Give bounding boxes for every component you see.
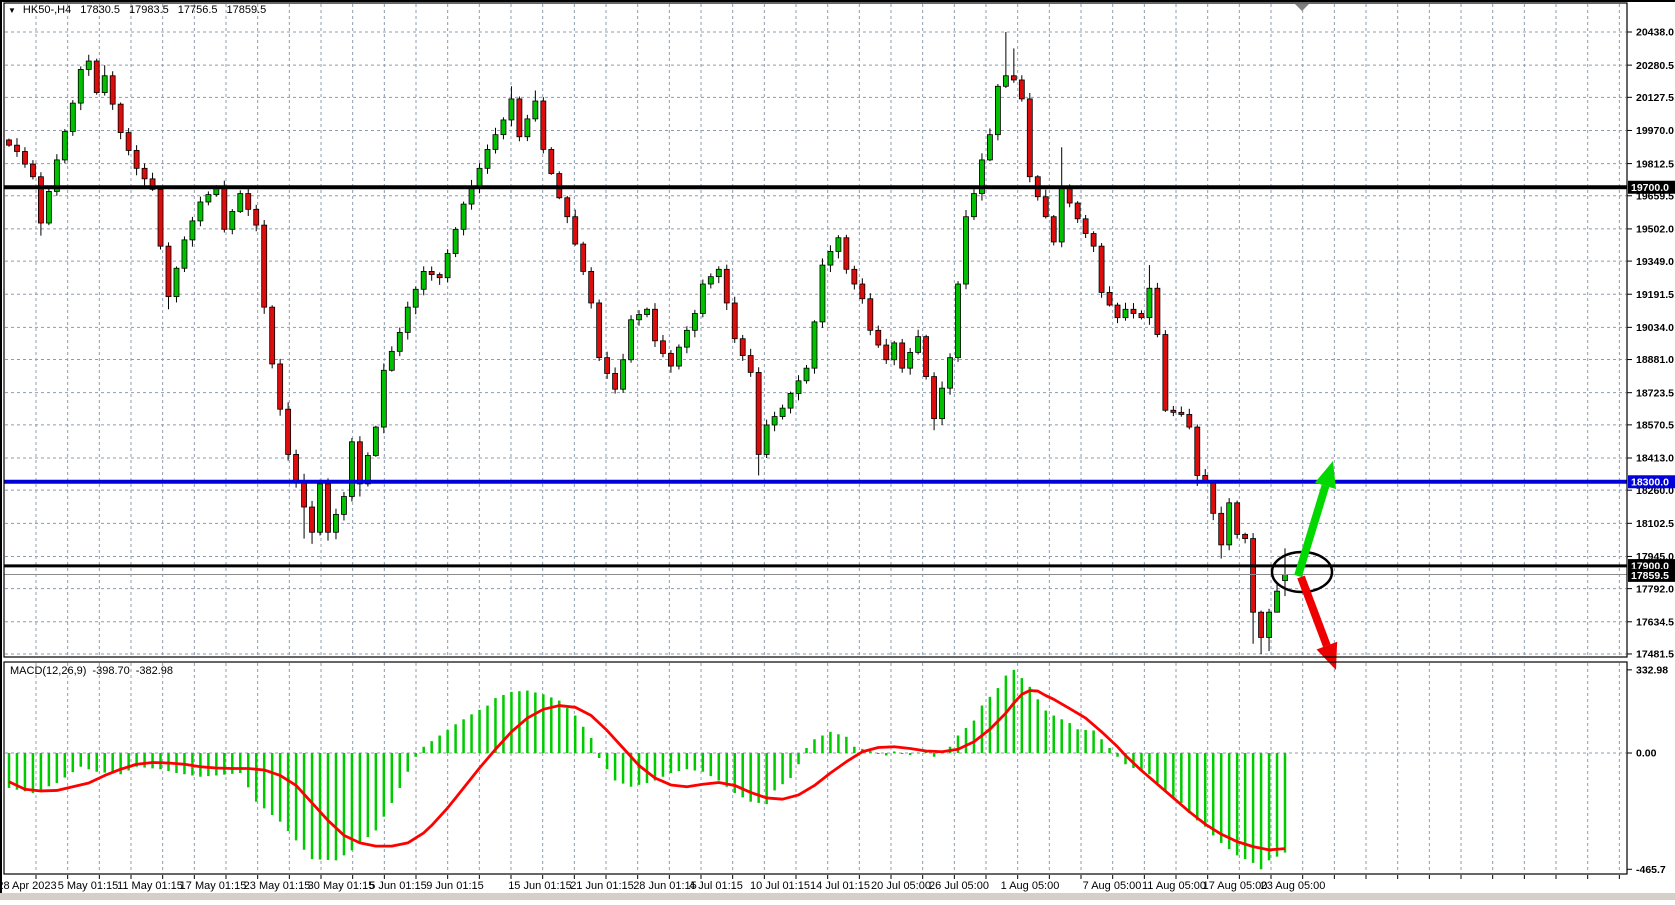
- price-tick-label: 19812.5: [1636, 158, 1674, 170]
- chart-canvas-holder[interactable]: 20438.020280.520127.519970.019812.519659…: [0, 0, 1675, 905]
- date-tick-label: 10 Jul 01:15: [750, 880, 810, 892]
- window-top-border: [0, 0, 1675, 2]
- date-tick-label: 11 May 01:15: [117, 880, 183, 892]
- window-bottom-strip: [0, 893, 1675, 900]
- date-tick-label: 5 May 01:15: [58, 880, 119, 892]
- date-tick-label: 26 Jul 05:00: [929, 880, 989, 892]
- date-tick-label: 21 Jun 01:15: [570, 880, 634, 892]
- price-tick-label: 18102.5: [1636, 518, 1674, 530]
- symbol-timeframe-label: HK50-,H4: [23, 4, 71, 16]
- price-tick-label: 19970.0: [1636, 125, 1674, 137]
- date-tick-label: 4 Jul 01:15: [689, 880, 743, 892]
- price-level-badge-label: 17859.5: [1631, 570, 1669, 582]
- macd-scale-label: 0.00: [1636, 748, 1657, 760]
- chart-window: 20438.020280.520127.519970.019812.519659…: [0, 0, 1675, 900]
- date-tick-label: 20 Jul 05:00: [871, 880, 931, 892]
- price-tick-label: 19502.0: [1636, 224, 1674, 236]
- date-tick-label: 1 Aug 05:00: [1001, 880, 1060, 892]
- price-tick-label: 19349.0: [1636, 256, 1674, 268]
- price-tick-label: 20127.5: [1636, 92, 1674, 104]
- macd-signal-value: -382.98: [136, 665, 173, 677]
- date-tick-label: 28 Apr 2023: [0, 880, 57, 892]
- date-tick-label: 5 Jun 01:15: [369, 880, 427, 892]
- date-tick-label: 30 May 01:15: [308, 880, 375, 892]
- price-tick-label: 19034.0: [1636, 322, 1674, 334]
- price-tick-label: 17634.5: [1636, 616, 1674, 628]
- quote-open: 17830.5: [80, 4, 120, 16]
- chart-svg[interactable]: 20438.020280.520127.519970.019812.519659…: [0, 0, 1675, 900]
- window-left-border: [0, 0, 2, 893]
- price-tick-label: 18413.0: [1636, 453, 1674, 465]
- price-tick-label: 17792.0: [1636, 583, 1674, 595]
- price-tick-label: 18881.0: [1636, 354, 1674, 366]
- macd-scale-label: -465.7: [1636, 864, 1666, 876]
- macd-indicator-label: MACD(12,26,9) -398.70 -382.98: [10, 665, 173, 677]
- macd-scale-label: 332.98: [1636, 665, 1668, 677]
- date-tick-label: 7 Aug 05:00: [1083, 880, 1142, 892]
- symbol-info-bar: ▼ HK50-,H4 17830.5 17983.5 17756.5 17859…: [8, 4, 266, 16]
- macd-name: MACD(12,26,9): [10, 665, 86, 677]
- price-level-badge-label: 19700.0: [1631, 182, 1669, 194]
- macd-main-value: -398.70: [92, 665, 129, 677]
- date-tick-label: 17 Aug 05:00: [1203, 880, 1268, 892]
- date-tick-label: 15 Jun 01:15: [508, 880, 572, 892]
- price-level-badge-label: 18300.0: [1631, 476, 1669, 488]
- price-tick-label: 19191.5: [1636, 289, 1674, 301]
- price-tick-label: 18570.5: [1636, 420, 1674, 432]
- date-tick-label: 9 Jun 01:15: [426, 880, 484, 892]
- symbol-dropdown-icon[interactable]: ▼: [8, 5, 16, 16]
- price-tick-label: 17481.5: [1636, 649, 1674, 661]
- date-tick-label: 11 Aug 05:00: [1142, 880, 1206, 892]
- date-tick-label: 14 Jul 01:15: [810, 880, 870, 892]
- quote-high: 17983.5: [129, 4, 169, 16]
- price-tick-label: 20280.5: [1636, 60, 1674, 72]
- price-tick-label: 20438.0: [1636, 27, 1674, 39]
- price-tick-label: 18723.5: [1636, 387, 1674, 399]
- quote-close: 17859.5: [227, 4, 267, 16]
- date-tick-label: 23 Aug 05:00: [1261, 880, 1326, 892]
- quote-low: 17756.5: [178, 4, 218, 16]
- date-tick-label: 28 Jun 01:15: [633, 880, 697, 892]
- date-tick-label: 23 May 01:15: [244, 880, 311, 892]
- date-tick-label: 17 May 01:15: [180, 880, 247, 892]
- chart-background: [0, 0, 1675, 900]
